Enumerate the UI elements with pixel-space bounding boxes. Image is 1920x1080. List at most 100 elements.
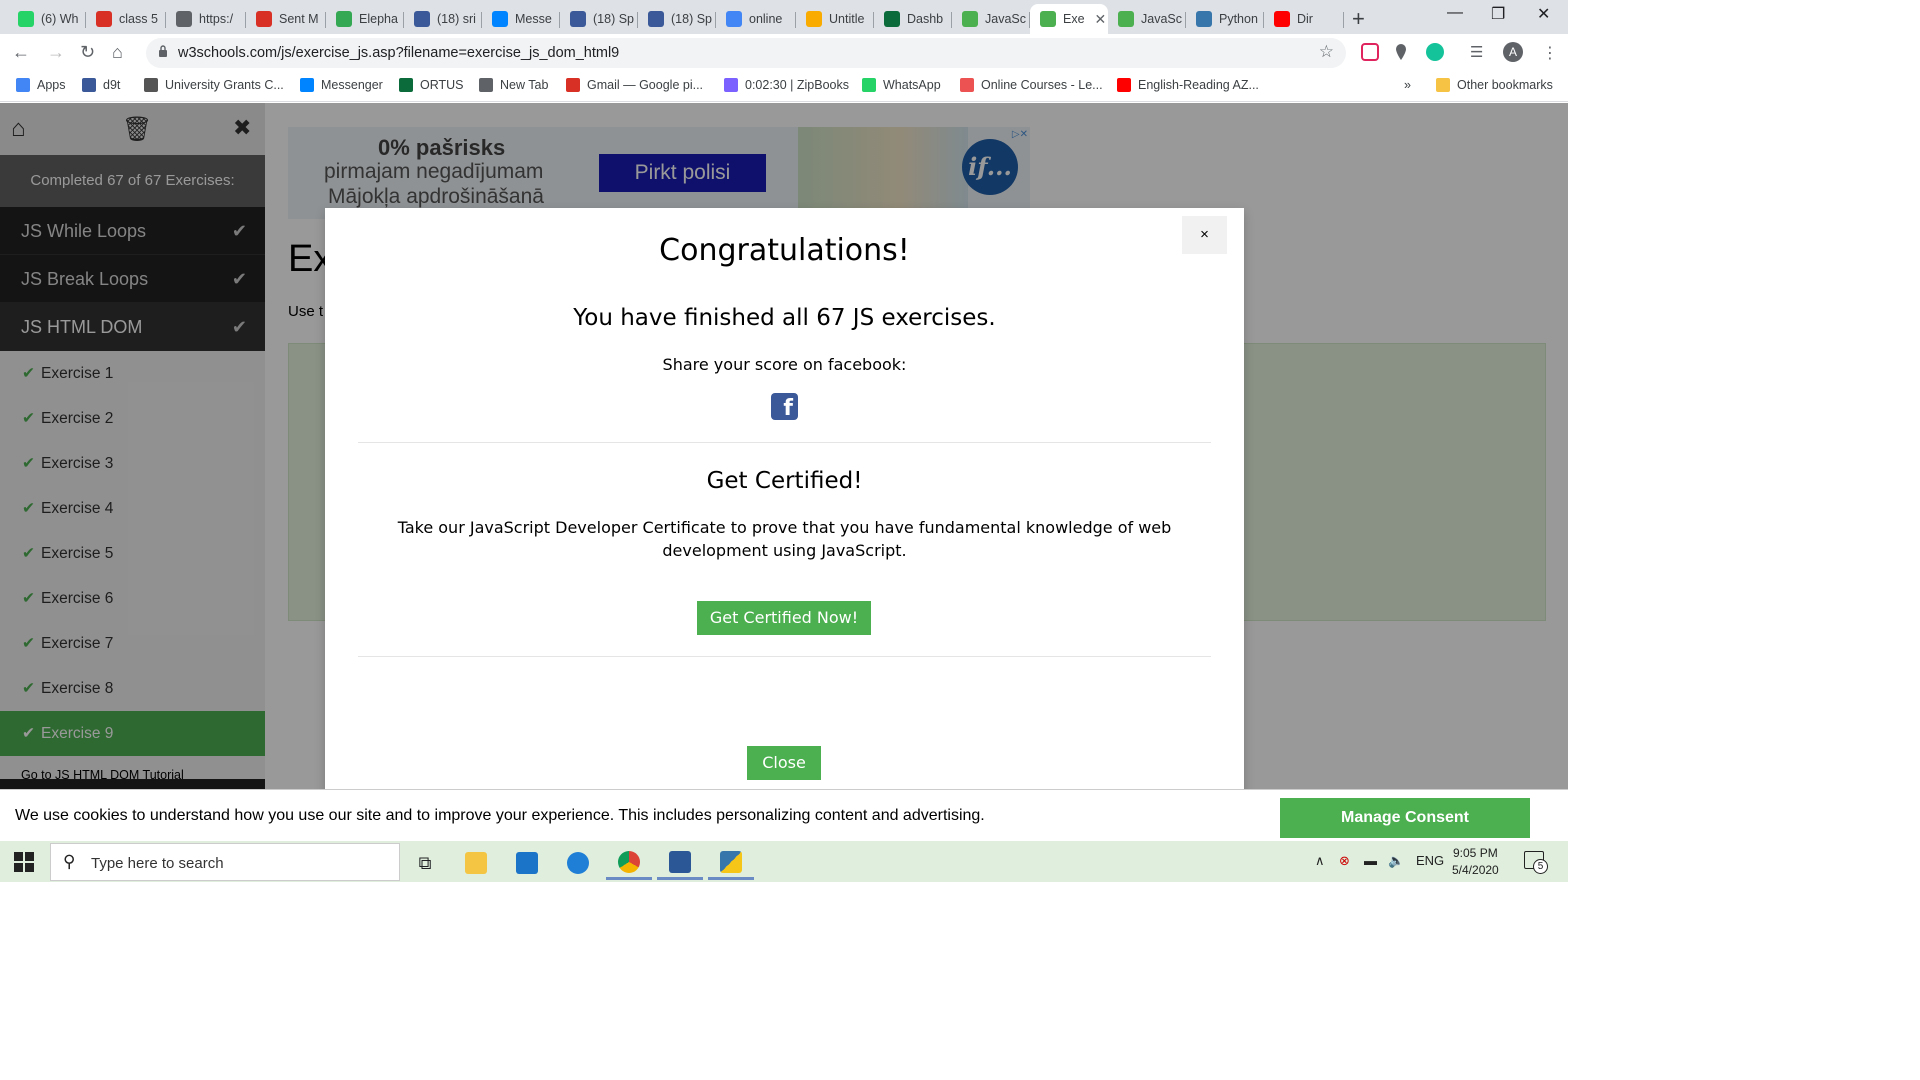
tab-label: class 5 xyxy=(119,12,158,26)
chrome-menu-icon[interactable]: ⋮ xyxy=(1542,43,1560,62)
browser-tab[interactable]: online xyxy=(716,4,796,34)
windows-start-icon[interactable] xyxy=(14,852,34,872)
browser-tab[interactable]: (18) Sp xyxy=(560,4,638,34)
finished-message: You have finished all 67 JS exercises. xyxy=(573,305,996,331)
tab-close-icon[interactable]: ✕ xyxy=(1095,11,1107,28)
grammarly-extension-icon[interactable] xyxy=(1426,43,1444,61)
bookmark-item[interactable]: University Grants C... xyxy=(144,78,284,92)
bookmark-item[interactable]: WhatsApp xyxy=(862,78,941,92)
virtualbox-icon[interactable] xyxy=(657,846,703,880)
bookmark-item[interactable]: New Tab xyxy=(479,78,548,92)
url-text: w3schools.com/js/exercise_js.asp?filenam… xyxy=(178,45,620,61)
browser-tab[interactable]: Dir xyxy=(1264,4,1344,34)
browser-tab[interactable]: (18) sri xyxy=(404,4,482,34)
bookmark-star-icon[interactable]: ☆ xyxy=(1319,42,1334,62)
address-bar[interactable]: w3schools.com/js/exercise_js.asp?filenam… xyxy=(146,38,1346,68)
bookmark-item[interactable]: 0:02:30 | ZipBooks xyxy=(724,78,849,92)
clock-time: 9:05 PM xyxy=(1453,846,1498,860)
windows-taskbar: ⚲ Type here to search ⧉ ∧ ⊗ ▬ 🔈 ENG 9:05… xyxy=(0,841,1568,882)
tab-label: Exe xyxy=(1063,12,1085,26)
show-hidden-icons[interactable]: ∧ xyxy=(1315,853,1325,869)
file-explorer-icon[interactable] xyxy=(453,846,499,880)
pocket-extension-icon[interactable] xyxy=(1361,43,1379,61)
facebook-share-icon[interactable]: f xyxy=(771,393,798,421)
back-arrow-icon[interactable]: ← xyxy=(12,42,30,63)
tab-label: Dir xyxy=(1297,12,1313,26)
browser-tab[interactable]: Python xyxy=(1186,4,1264,34)
browser-tab[interactable]: Elepha xyxy=(326,4,404,34)
browser-tab[interactable]: https:/ xyxy=(166,4,246,34)
facebook-icon xyxy=(648,11,664,27)
messenger-icon xyxy=(300,78,314,92)
gmail-icon xyxy=(566,78,580,92)
other-bookmarks-folder[interactable]: Other bookmarks xyxy=(1436,78,1553,92)
task-view-icon[interactable]: ⧉ xyxy=(402,846,448,880)
bookmark-item[interactable]: English-Reading AZ... xyxy=(1117,78,1259,92)
home-icon[interactable]: ⌂ xyxy=(112,42,123,63)
window-close-icon[interactable]: ✕ xyxy=(1537,4,1550,24)
globe-icon xyxy=(479,78,493,92)
media-control-icon[interactable]: ☰ xyxy=(1470,43,1488,61)
profile-avatar[interactable]: A xyxy=(1503,42,1523,62)
location-extension-icon[interactable] xyxy=(1394,43,1408,61)
network-error-icon[interactable]: ⊗ xyxy=(1339,853,1350,869)
tab-label: (18) sri xyxy=(437,12,476,26)
bookmark-item[interactable]: d9t xyxy=(82,78,120,92)
bookmark-item[interactable]: Apps xyxy=(16,78,66,92)
bookmark-item[interactable]: ORTUS xyxy=(399,78,464,92)
whatsapp-icon xyxy=(18,11,34,27)
tab-label: (6) Wh xyxy=(41,12,79,26)
browser-tab[interactable]: JavaSc xyxy=(952,4,1030,34)
browser-tab[interactable]: (18) Sp xyxy=(638,4,716,34)
cookie-text: We use cookies to understand how you use… xyxy=(15,807,985,824)
volume-icon[interactable]: 🔈 xyxy=(1388,853,1404,869)
bookmark-label: 0:02:30 | ZipBooks xyxy=(745,78,850,92)
tab-label: Elepha xyxy=(359,12,398,26)
tab-label: Dashb xyxy=(907,12,944,26)
bookmark-label: Online Courses - Le... xyxy=(981,78,1103,92)
edge-icon[interactable] xyxy=(555,846,601,880)
clock-date: 5/4/2020 xyxy=(1452,863,1499,877)
tab-separator xyxy=(1343,12,1344,28)
minimize-icon[interactable]: — xyxy=(1447,4,1463,22)
taskbar-search-input[interactable]: ⚲ Type here to search xyxy=(50,843,400,881)
get-certified-button[interactable]: Get Certified Now! xyxy=(697,601,871,635)
browser-tab[interactable]: Dashb xyxy=(874,4,952,34)
bookmark-item[interactable]: Online Courses - Le... xyxy=(960,78,1103,92)
new-tab-button[interactable]: + xyxy=(1352,6,1365,32)
maximize-icon[interactable]: ❐ xyxy=(1491,4,1505,24)
divider xyxy=(358,442,1211,443)
python-icon xyxy=(1196,11,1212,27)
bookmark-label: New Tab xyxy=(500,78,549,92)
ortus-icon xyxy=(399,78,413,92)
browser-tab[interactable]: Sent M xyxy=(246,4,326,34)
manage-consent-button[interactable]: Manage Consent xyxy=(1280,798,1530,838)
taskbar-clock[interactable]: 9:05 PM 5/4/2020 xyxy=(1452,845,1499,879)
forward-arrow-icon[interactable]: → xyxy=(47,42,65,63)
w3schools-icon xyxy=(962,11,978,27)
browser-tab[interactable]: Exe ✕ xyxy=(1030,4,1108,34)
tab-label: Messe xyxy=(515,12,552,26)
more-bookmarks-button[interactable]: » xyxy=(1404,78,1411,92)
browser-tab[interactable]: Untitle xyxy=(796,4,874,34)
bookmark-item[interactable]: Gmail — Google pi... xyxy=(566,78,703,92)
bookmarks-bar: Apps d9t University Grants C... Messenger OR… xyxy=(0,72,1568,102)
tab-label: (18) Sp xyxy=(671,12,712,26)
mail-icon[interactable] xyxy=(504,846,550,880)
bookmark-item[interactable]: Messenger xyxy=(300,78,383,92)
browser-tab[interactable]: Messe xyxy=(482,4,560,34)
reload-icon[interactable]: ↻ xyxy=(80,42,95,63)
browser-tab[interactable]: class 5 xyxy=(86,4,166,34)
gmail-icon xyxy=(256,11,272,27)
youtube-icon xyxy=(1117,78,1131,92)
battery-icon[interactable]: ▬ xyxy=(1364,853,1377,868)
chrome-taskbar-icon[interactable] xyxy=(606,846,652,880)
close-modal-button[interactable]: Close xyxy=(747,746,821,780)
browser-tab[interactable]: JavaSc xyxy=(1108,4,1186,34)
modal-title: Congratulations! xyxy=(659,233,910,268)
browser-tab[interactable]: (6) Wh xyxy=(8,4,86,34)
tab-label: JavaSc xyxy=(1141,12,1182,26)
python-idle-icon[interactable] xyxy=(708,846,754,880)
language-indicator[interactable]: ENG xyxy=(1416,853,1444,868)
messenger-icon xyxy=(492,11,508,27)
